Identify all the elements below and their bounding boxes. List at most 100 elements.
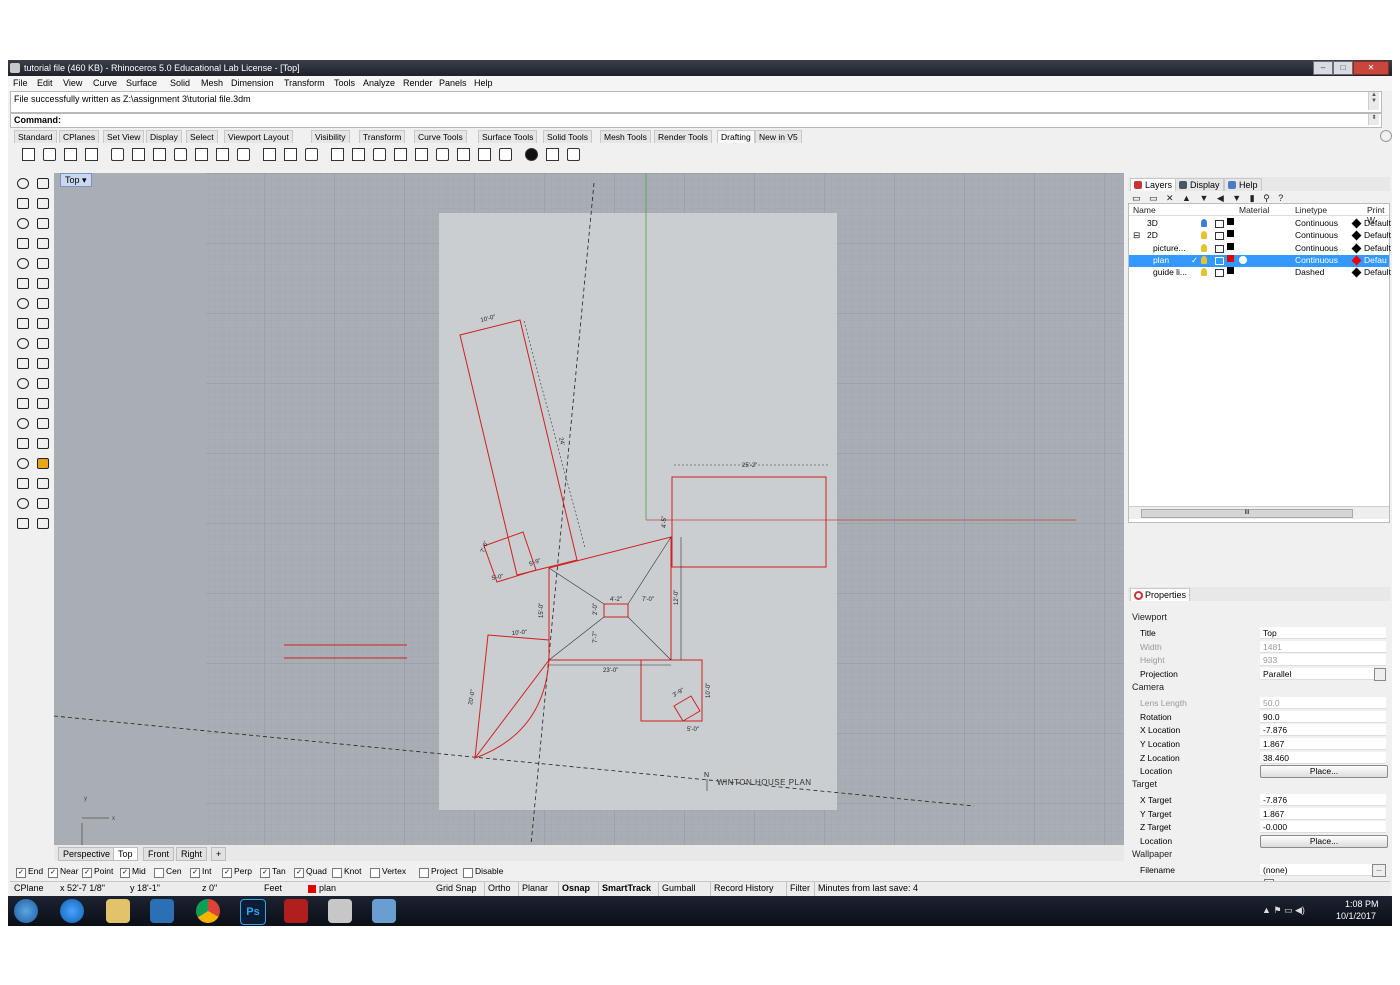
layers-horizontal-scrollbar[interactable]: III bbox=[1129, 506, 1389, 519]
prop-target-location[interactable]: Location Place... bbox=[1132, 835, 1388, 849]
target-place-button[interactable]: Place... bbox=[1260, 835, 1388, 849]
print-color-diamond-icon[interactable] bbox=[1351, 255, 1362, 266]
viewport-tab-front[interactable]: Front bbox=[143, 847, 175, 861]
remote-desktop-icon[interactable] bbox=[372, 899, 396, 923]
prop-rotation[interactable]: Rotation 90.0 bbox=[1132, 710, 1386, 724]
tab-select[interactable]: Select bbox=[186, 130, 218, 143]
new-layout-icon[interactable] bbox=[41, 146, 57, 162]
command-line[interactable]: Command: ⬍ bbox=[10, 113, 1382, 128]
osnap-checkbox[interactable]: ✓ bbox=[120, 868, 130, 878]
osnap-checkbox[interactable] bbox=[463, 868, 473, 878]
capture-icon[interactable] bbox=[565, 146, 581, 162]
layer-row[interactable]: 3D Continuous Default bbox=[1129, 218, 1391, 230]
cylinder-icon[interactable] bbox=[16, 436, 30, 450]
tab-new-in-v5[interactable]: New in V5 bbox=[755, 130, 802, 143]
layer-row[interactable]: plan ✓ Continuous Defau bbox=[1129, 254, 1389, 267]
layer-color-swatch[interactable] bbox=[1227, 218, 1234, 225]
toolbar-settings-gear-icon[interactable] bbox=[1380, 130, 1392, 142]
tab-solid-tools[interactable]: Solid Tools bbox=[543, 130, 592, 143]
maximize-button[interactable]: □ bbox=[1333, 61, 1353, 75]
scroll-thumb[interactable]: III bbox=[1141, 509, 1353, 518]
viewport-tab-top[interactable]: Top bbox=[113, 847, 138, 861]
analyze-icon[interactable] bbox=[16, 496, 30, 510]
print-color-diamond-icon[interactable] bbox=[1351, 218, 1362, 229]
rotate-icon[interactable] bbox=[16, 356, 30, 370]
copy-layout-icon[interactable] bbox=[83, 146, 99, 162]
menu-curve[interactable]: Curve bbox=[93, 78, 117, 88]
layer-linetype[interactable]: Continuous bbox=[1295, 255, 1338, 265]
history-scrollbar[interactable]: ▲ ▼ bbox=[1368, 92, 1379, 110]
layers-column-header[interactable]: Name bbox=[1133, 205, 1156, 215]
prop-z-location[interactable]: Z Location 38.460 bbox=[1132, 751, 1386, 765]
minimize-button[interactable]: – bbox=[1313, 61, 1333, 75]
rhino-taskbar-icon[interactable] bbox=[328, 899, 352, 923]
layers-column-header[interactable]: Material bbox=[1239, 205, 1269, 215]
polygon-icon[interactable] bbox=[36, 256, 50, 270]
layers-column-header[interactable]: Linetype bbox=[1295, 205, 1327, 215]
array-icon[interactable] bbox=[36, 376, 50, 390]
make-2d-icon[interactable] bbox=[476, 146, 492, 162]
layer-row[interactable]: ⊟ 2D Continuous Default bbox=[1129, 230, 1391, 242]
split-icon[interactable] bbox=[16, 316, 30, 330]
osnap-checkbox[interactable]: ✓ bbox=[48, 868, 58, 878]
layer-color-swatch[interactable] bbox=[1227, 242, 1234, 250]
table-icon[interactable] bbox=[497, 146, 513, 162]
menu-dimension[interactable]: Dimension bbox=[231, 78, 274, 88]
start-button-icon[interactable] bbox=[14, 899, 38, 923]
prop-title[interactable]: Title Top bbox=[1132, 627, 1386, 640]
status-pane-filter[interactable]: Filter bbox=[790, 883, 810, 893]
prop-y-target-value[interactable]: 1.867 bbox=[1260, 807, 1386, 820]
polyline-icon[interactable] bbox=[36, 196, 50, 210]
menu-help[interactable]: Help bbox=[474, 78, 493, 88]
new-icon[interactable] bbox=[20, 146, 36, 162]
projection-dropdown-arrow-icon[interactable] bbox=[1374, 668, 1386, 682]
rectangle-icon[interactable] bbox=[16, 256, 30, 270]
prop-x-target-value[interactable]: -7.876 bbox=[1260, 794, 1386, 806]
layer-color-swatch[interactable] bbox=[1227, 254, 1234, 262]
sweep-icon[interactable] bbox=[36, 456, 50, 470]
layer-visible-bulb-icon[interactable] bbox=[1201, 268, 1207, 277]
viewport-tab-perspective[interactable]: Perspective bbox=[58, 847, 116, 861]
menu-view[interactable]: View bbox=[63, 78, 82, 88]
camera-place-button[interactable]: Place... bbox=[1260, 765, 1388, 779]
tab-mesh-tools[interactable]: Mesh Tools bbox=[600, 130, 651, 143]
prop-y-location-value[interactable]: 1.867 bbox=[1260, 737, 1386, 750]
layer-linetype[interactable]: Continuous bbox=[1295, 243, 1338, 253]
media-player-icon[interactable] bbox=[150, 899, 174, 923]
prop-rotation-value[interactable]: 90.0 bbox=[1260, 710, 1386, 723]
copy-icon[interactable] bbox=[36, 336, 50, 350]
layer-print-width[interactable]: Defau bbox=[1364, 255, 1387, 265]
sphere-icon[interactable] bbox=[36, 416, 50, 430]
block-icon[interactable] bbox=[392, 146, 408, 162]
extrude-icon[interactable] bbox=[16, 476, 30, 490]
prop-x-target[interactable]: X Target -7.876 bbox=[1132, 794, 1386, 807]
print-icon[interactable] bbox=[544, 146, 560, 162]
explode-icon[interactable] bbox=[16, 396, 30, 410]
viewport-canvas[interactable]: 10'-0" 25'-2" 7'-6" 5'-0" 5'-9" 15'-0" 4… bbox=[53, 173, 1124, 848]
text-vertical-icon[interactable] bbox=[455, 146, 471, 162]
layer-linetype[interactable]: Continuous bbox=[1295, 218, 1338, 228]
layer-visible-bulb-icon[interactable] bbox=[1201, 243, 1207, 252]
ghost-icon[interactable] bbox=[16, 516, 30, 530]
layer-color-swatch[interactable] bbox=[1227, 230, 1234, 238]
menu-tools[interactable]: Tools bbox=[334, 78, 355, 88]
menu-render[interactable]: Render bbox=[403, 78, 433, 88]
dimension-aligned-icon[interactable] bbox=[130, 146, 146, 162]
osnap-checkbox[interactable]: ✓ bbox=[222, 868, 232, 878]
layer-print-width[interactable]: Default bbox=[1364, 218, 1391, 228]
status-pane-gumball[interactable]: Gumball bbox=[662, 883, 696, 893]
layer-name[interactable]: plan bbox=[1153, 255, 1169, 265]
photoshop-icon[interactable]: Ps bbox=[240, 899, 266, 925]
scale-icon[interactable] bbox=[36, 356, 50, 370]
layer-lock-icon[interactable] bbox=[1215, 269, 1224, 278]
hatch-icon[interactable] bbox=[329, 146, 345, 162]
layer-expand-toggle[interactable]: ⊟ bbox=[1133, 230, 1140, 241]
dimension-angle-icon[interactable] bbox=[172, 146, 188, 162]
layer-name[interactable]: guide li... bbox=[1153, 267, 1187, 277]
text-style-icon[interactable] bbox=[413, 146, 429, 162]
group-icon[interactable] bbox=[36, 396, 50, 410]
tab-curve-tools[interactable]: Curve Tools bbox=[414, 130, 467, 143]
tab-cplanes[interactable]: CPlanes bbox=[59, 130, 100, 143]
menu-surface[interactable]: Surface bbox=[126, 78, 157, 88]
osnap-checkbox[interactable] bbox=[370, 868, 380, 878]
